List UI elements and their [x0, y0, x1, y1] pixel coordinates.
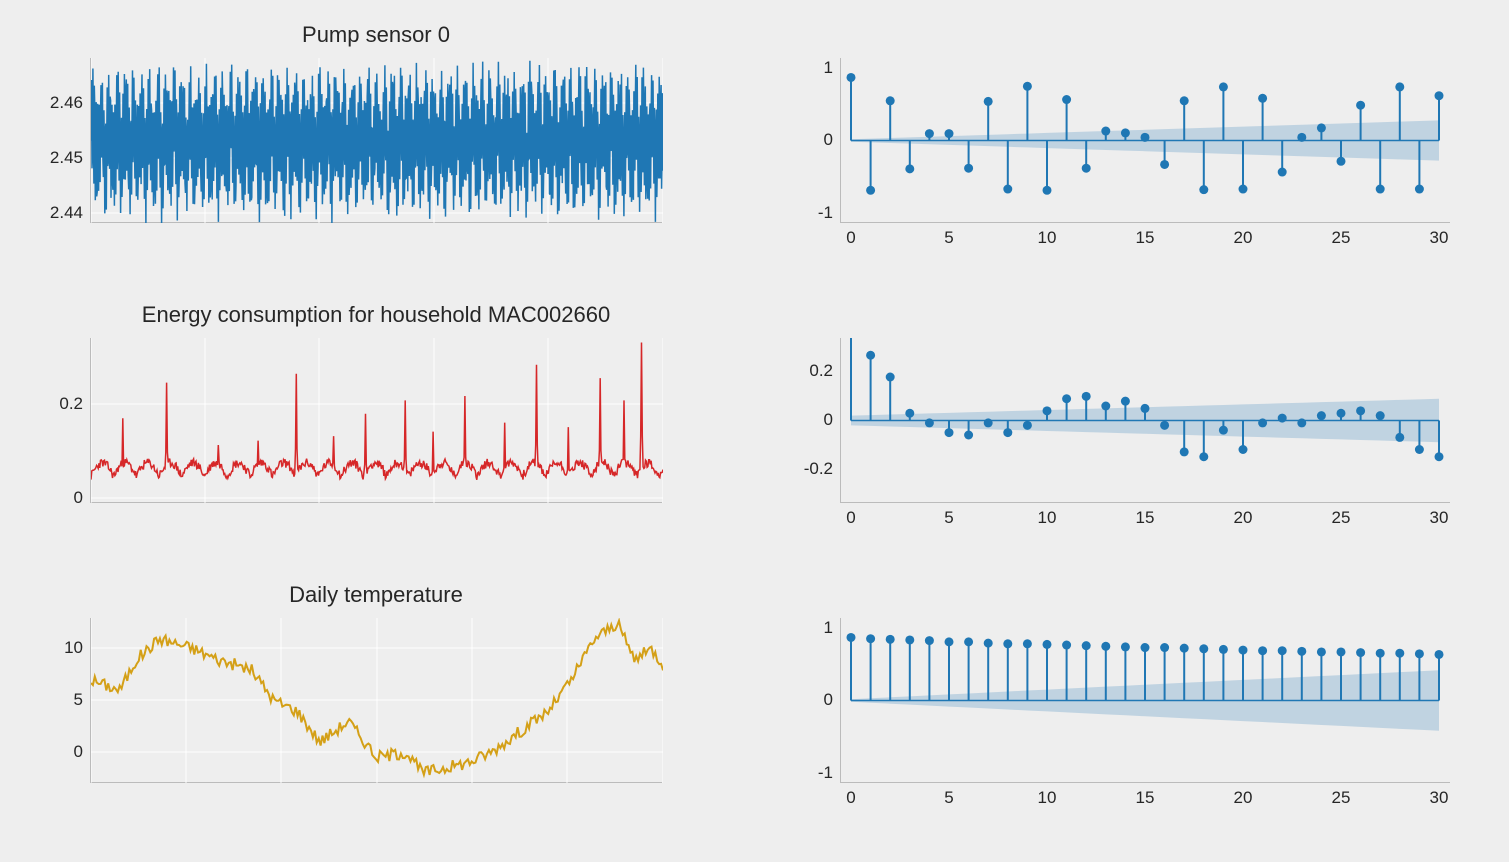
ytick: 5 — [74, 690, 91, 710]
ytick: 0.2 — [59, 394, 91, 414]
xtick: 20 — [1234, 782, 1253, 808]
xtick: 10 — [1038, 782, 1057, 808]
grid — [91, 338, 663, 503]
subplot-temp-acf: -1 0 1 0 5 10 15 20 25 30 — [840, 618, 1450, 783]
plot-area: 0 5 10 — [90, 618, 662, 783]
xtick: 10 — [1038, 222, 1057, 248]
xtick: 5 — [944, 782, 953, 808]
xtick: 5 — [944, 502, 953, 528]
subplot-energy-acf: -0.2 0 0.2 0 5 10 15 20 25 30 — [840, 338, 1450, 503]
xtick: 20 — [1234, 502, 1253, 528]
temp-svg — [91, 618, 663, 783]
xtick: 0 — [846, 782, 855, 808]
pump-svg — [91, 58, 663, 223]
ytick: 1 — [824, 58, 841, 78]
xtick: 15 — [1136, 222, 1155, 248]
subplot-temp-line: Daily temperature 0 5 10 — [90, 618, 662, 783]
ytick: 2.45 — [50, 148, 91, 168]
ytick: 1 — [824, 618, 841, 638]
ytick: 0 — [74, 742, 91, 762]
ytick: -1 — [818, 203, 841, 223]
xtick: 30 — [1430, 782, 1449, 808]
ytick: 0.2 — [809, 361, 841, 381]
ytick: 10 — [64, 638, 91, 658]
plot-area: -0.2 0 0.2 0 5 10 15 20 25 30 — [840, 338, 1450, 503]
ytick: -0.2 — [804, 459, 841, 479]
xtick: 30 — [1430, 222, 1449, 248]
xtick: 15 — [1136, 782, 1155, 808]
figure: Pump sensor 0 2.44 2.45 2.46 -1 0 1 0 5 … — [0, 0, 1509, 862]
subplot-energy-line: Energy consumption for household MAC0026… — [90, 338, 662, 503]
energy-svg — [91, 338, 663, 503]
xtick: 10 — [1038, 502, 1057, 528]
ytick: 0 — [824, 690, 841, 710]
title-energy: Energy consumption for household MAC0026… — [90, 302, 662, 328]
xtick: 25 — [1332, 222, 1351, 248]
xtick: 20 — [1234, 222, 1253, 248]
xtick: 15 — [1136, 502, 1155, 528]
acf-svg — [841, 618, 1451, 783]
plot-area: 2.44 2.45 2.46 — [90, 58, 662, 223]
xtick: 25 — [1332, 782, 1351, 808]
xtick: 0 — [846, 222, 855, 248]
title-temp: Daily temperature — [90, 582, 662, 608]
ytick: 0 — [824, 130, 841, 150]
xtick: 30 — [1430, 502, 1449, 528]
xtick: 0 — [846, 502, 855, 528]
xtick: 5 — [944, 222, 953, 248]
ytick: -1 — [818, 763, 841, 783]
ytick: 2.46 — [50, 93, 91, 113]
subplot-pump-line: Pump sensor 0 2.44 2.45 2.46 — [90, 58, 662, 223]
plot-area: 0 0.2 — [90, 338, 662, 503]
plot-area: -1 0 1 0 5 10 15 20 25 30 — [840, 58, 1450, 223]
ytick: 0 — [824, 410, 841, 430]
title-pump: Pump sensor 0 — [90, 22, 662, 48]
plot-area: -1 0 1 0 5 10 15 20 25 30 — [840, 618, 1450, 783]
acf-svg — [841, 338, 1451, 503]
xtick: 25 — [1332, 502, 1351, 528]
acf-svg — [841, 58, 1451, 223]
ytick: 2.44 — [50, 203, 91, 223]
subplot-pump-acf: -1 0 1 0 5 10 15 20 25 30 — [840, 58, 1450, 223]
ytick: 0 — [74, 488, 91, 508]
